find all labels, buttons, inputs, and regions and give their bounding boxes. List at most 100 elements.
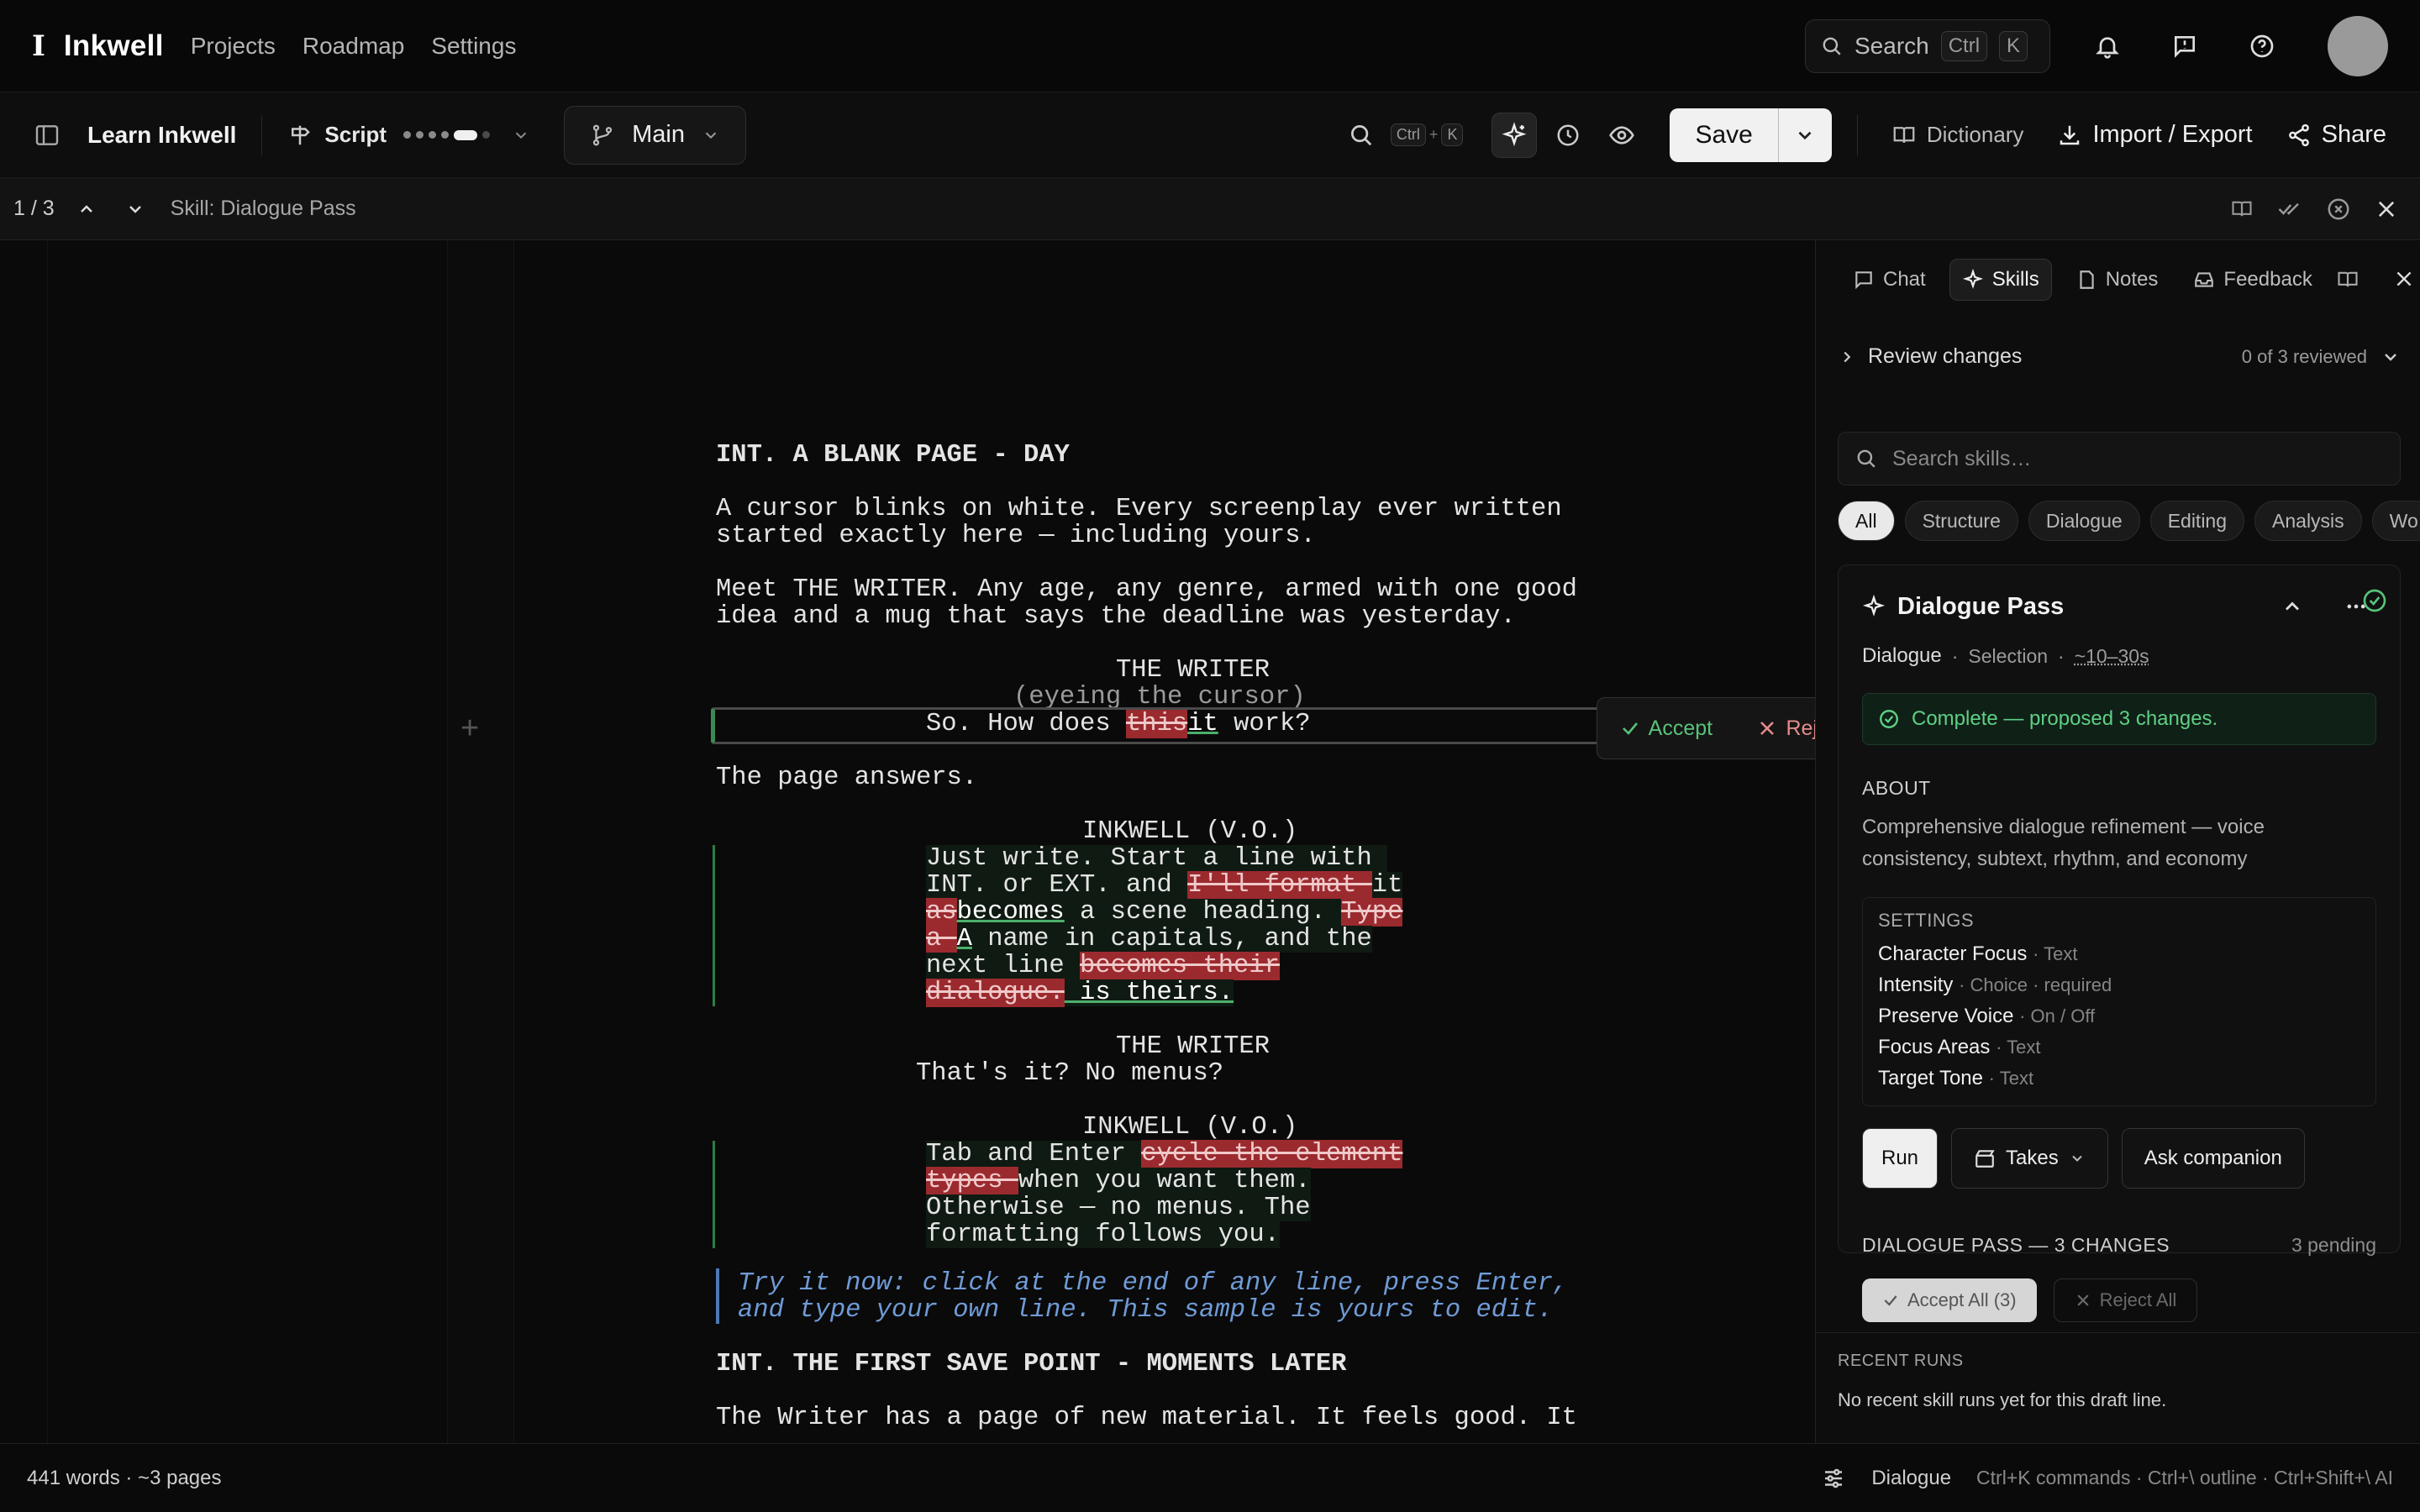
download-icon bbox=[2057, 123, 2082, 148]
inserted-text: is theirs. bbox=[1064, 979, 1234, 1007]
setting-row[interactable]: Target Tone · Text bbox=[1878, 1063, 2360, 1094]
global-search[interactable]: Search Ctrl K bbox=[1805, 18, 2050, 73]
history-button[interactable] bbox=[1545, 113, 1591, 158]
accept-all-changes-button[interactable] bbox=[2277, 197, 2302, 222]
setting-row[interactable]: Focus Areas · Text bbox=[1878, 1032, 2360, 1063]
current-element-type[interactable]: Dialogue bbox=[1871, 1467, 1951, 1490]
setting-row[interactable]: Character Focus · Text bbox=[1878, 938, 2360, 969]
toolbar-divider bbox=[261, 114, 263, 155]
action-line[interactable]: Meet THE WRITER. Any age, any genre, arm… bbox=[716, 576, 1577, 603]
close-panel-button[interactable] bbox=[2393, 268, 2415, 291]
feedback-button[interactable] bbox=[2165, 26, 2205, 66]
script-editor[interactable]: + INT. A BLANK PAGE - DAY A cursor blink… bbox=[0, 240, 1815, 1443]
skill-search-placeholder: Search skills… bbox=[1892, 446, 2032, 470]
close-icon bbox=[2378, 201, 2395, 217]
dialogue-line[interactable]: That's it? No menus? bbox=[916, 1060, 1223, 1087]
avatar[interactable] bbox=[2328, 15, 2388, 76]
branch-select[interactable]: Main bbox=[564, 105, 746, 165]
dialogue-line[interactable]: So. How does thisit work? bbox=[926, 710, 1311, 738]
panel-book-button[interactable] bbox=[2336, 268, 2360, 291]
dialogue-line[interactable]: a A name in capitals, and the bbox=[926, 925, 1372, 953]
skill-search-input[interactable]: Search skills… bbox=[1838, 432, 2401, 486]
dialogue-line[interactable]: dialogue. is theirs. bbox=[926, 979, 1234, 1007]
chip-more[interactable]: Wo bbox=[2371, 501, 2420, 541]
share-button[interactable]: Share bbox=[2286, 121, 2386, 149]
action-line[interactable]: started exactly here — including yours. bbox=[716, 522, 1316, 549]
chip-all[interactable]: All bbox=[1838, 501, 1895, 541]
dictionary-button[interactable]: Dictionary bbox=[1891, 122, 2024, 148]
dialogue-line[interactable]: Otherwise — no menus. The bbox=[926, 1194, 1311, 1221]
dialogue-line[interactable]: asbecomes a scene heading. Type bbox=[926, 898, 1403, 927]
document-title[interactable]: Learn Inkwell bbox=[87, 122, 236, 149]
brand-logo-icon: I bbox=[32, 29, 45, 63]
import-export-button[interactable]: Import / Export bbox=[2057, 121, 2253, 149]
character-cue[interactable]: INKWELL (V.O.) bbox=[1082, 818, 1297, 845]
nav-roadmap[interactable]: Roadmap bbox=[302, 33, 404, 60]
chip-analysis[interactable]: Analysis bbox=[2254, 501, 2362, 541]
tab-feedback[interactable]: Feedback bbox=[2181, 260, 2323, 300]
deleted-text: as bbox=[926, 898, 957, 927]
tab-skills[interactable]: Skills bbox=[1949, 259, 2052, 301]
check-icon bbox=[1622, 722, 1638, 735]
action-line[interactable]: The page answers. bbox=[716, 764, 977, 791]
action-line[interactable]: The Writer has a page of new material. I… bbox=[716, 1404, 1577, 1431]
git-branch-icon bbox=[590, 123, 615, 148]
inline-note[interactable]: Try it now: click at the end of any line… bbox=[738, 1270, 1568, 1297]
add-block-icon[interactable]: + bbox=[460, 711, 479, 747]
dialogue-line[interactable]: types when you want them. bbox=[926, 1167, 1311, 1195]
brand-name: Inkwell bbox=[63, 29, 164, 62]
help-button[interactable] bbox=[2242, 26, 2282, 66]
dialogue-line[interactable]: INT. or EXT. and I'll format it bbox=[926, 871, 1403, 900]
editor-toolbar: Learn Inkwell Script Main Ctrl + K Save … bbox=[0, 92, 2420, 178]
inline-note[interactable]: and type your own line. This sample is y… bbox=[738, 1297, 1553, 1324]
chip-dialogue[interactable]: Dialogue bbox=[2028, 501, 2140, 541]
element-settings-button[interactable] bbox=[1821, 1466, 1846, 1491]
brand[interactable]: I Inkwell bbox=[32, 29, 164, 63]
find-button[interactable] bbox=[1339, 113, 1384, 158]
review-changes-toggle[interactable]: Review changes 0 of 3 reviewed bbox=[1838, 344, 2401, 369]
dictionary-label: Dictionary bbox=[1926, 122, 2024, 147]
sidebar-toggle-button[interactable] bbox=[34, 122, 60, 149]
chip-structure[interactable]: Structure bbox=[1904, 501, 2018, 541]
dialogue-line[interactable]: next line becomes their bbox=[926, 952, 1280, 980]
save-options-button[interactable] bbox=[1777, 108, 1832, 162]
dialogue-line[interactable]: formatting follows you. bbox=[926, 1221, 1280, 1248]
accept-all-button[interactable]: Accept All (3) bbox=[1862, 1278, 2037, 1322]
nav-projects[interactable]: Projects bbox=[191, 33, 276, 60]
setting-row[interactable]: Intensity · Choice · required bbox=[1878, 969, 2360, 1000]
preview-button[interactable] bbox=[1599, 113, 1644, 158]
chip-editing[interactable]: Editing bbox=[2149, 501, 2245, 541]
inserted-text: A bbox=[956, 925, 972, 953]
action-line[interactable]: A cursor blinks on white. Every screenpl… bbox=[716, 496, 1562, 522]
script-mode-select[interactable]: Script bbox=[287, 122, 530, 148]
search-icon bbox=[1349, 123, 1374, 148]
setting-row[interactable]: Preserve Voice · On / Off bbox=[1878, 1000, 2360, 1032]
accept-change-button[interactable]: Accept bbox=[1620, 717, 1712, 741]
run-button[interactable]: Run bbox=[1862, 1128, 1939, 1189]
dialogue-line[interactable]: Tab and Enter cycle the element bbox=[926, 1140, 1403, 1168]
notifications-button[interactable] bbox=[2087, 26, 2128, 66]
close-review-bar-button[interactable] bbox=[2375, 197, 2398, 221]
reject-change-button[interactable]: Reject bbox=[1757, 717, 1815, 741]
nav-settings[interactable]: Settings bbox=[431, 33, 516, 60]
scene-heading[interactable]: INT. A BLANK PAGE - DAY bbox=[716, 442, 1070, 469]
save-button[interactable]: Save bbox=[1670, 108, 1778, 162]
reject-all-button[interactable]: Reject All bbox=[2053, 1278, 2198, 1322]
takes-button[interactable]: Takes bbox=[1951, 1128, 2108, 1189]
character-cue[interactable]: INKWELL (V.O.) bbox=[1082, 1114, 1297, 1141]
previous-change-button[interactable] bbox=[76, 199, 97, 219]
character-cue[interactable]: THE WRITER bbox=[1116, 1033, 1270, 1060]
next-change-button[interactable] bbox=[125, 199, 145, 219]
tab-notes[interactable]: Notes bbox=[2064, 260, 2170, 300]
dialogue-line[interactable]: Just write. Start a line with bbox=[926, 845, 1388, 872]
open-book-button[interactable] bbox=[2230, 197, 2254, 221]
collapse-skill-button[interactable] bbox=[2281, 595, 2304, 618]
ai-sparkle-button[interactable] bbox=[1491, 112, 1538, 158]
ask-companion-button[interactable]: Ask companion bbox=[2121, 1128, 2305, 1189]
scene-heading[interactable]: INT. THE FIRST SAVE POINT - MOMENTS LATE… bbox=[716, 1351, 1346, 1378]
eye-icon bbox=[1608, 122, 1635, 149]
character-cue[interactable]: THE WRITER bbox=[1116, 657, 1270, 684]
reject-all-changes-button[interactable] bbox=[2326, 197, 2351, 222]
action-line[interactable]: idea and a mug that says the deadline wa… bbox=[716, 603, 1516, 630]
tab-chat[interactable]: Chat bbox=[1841, 260, 1938, 300]
